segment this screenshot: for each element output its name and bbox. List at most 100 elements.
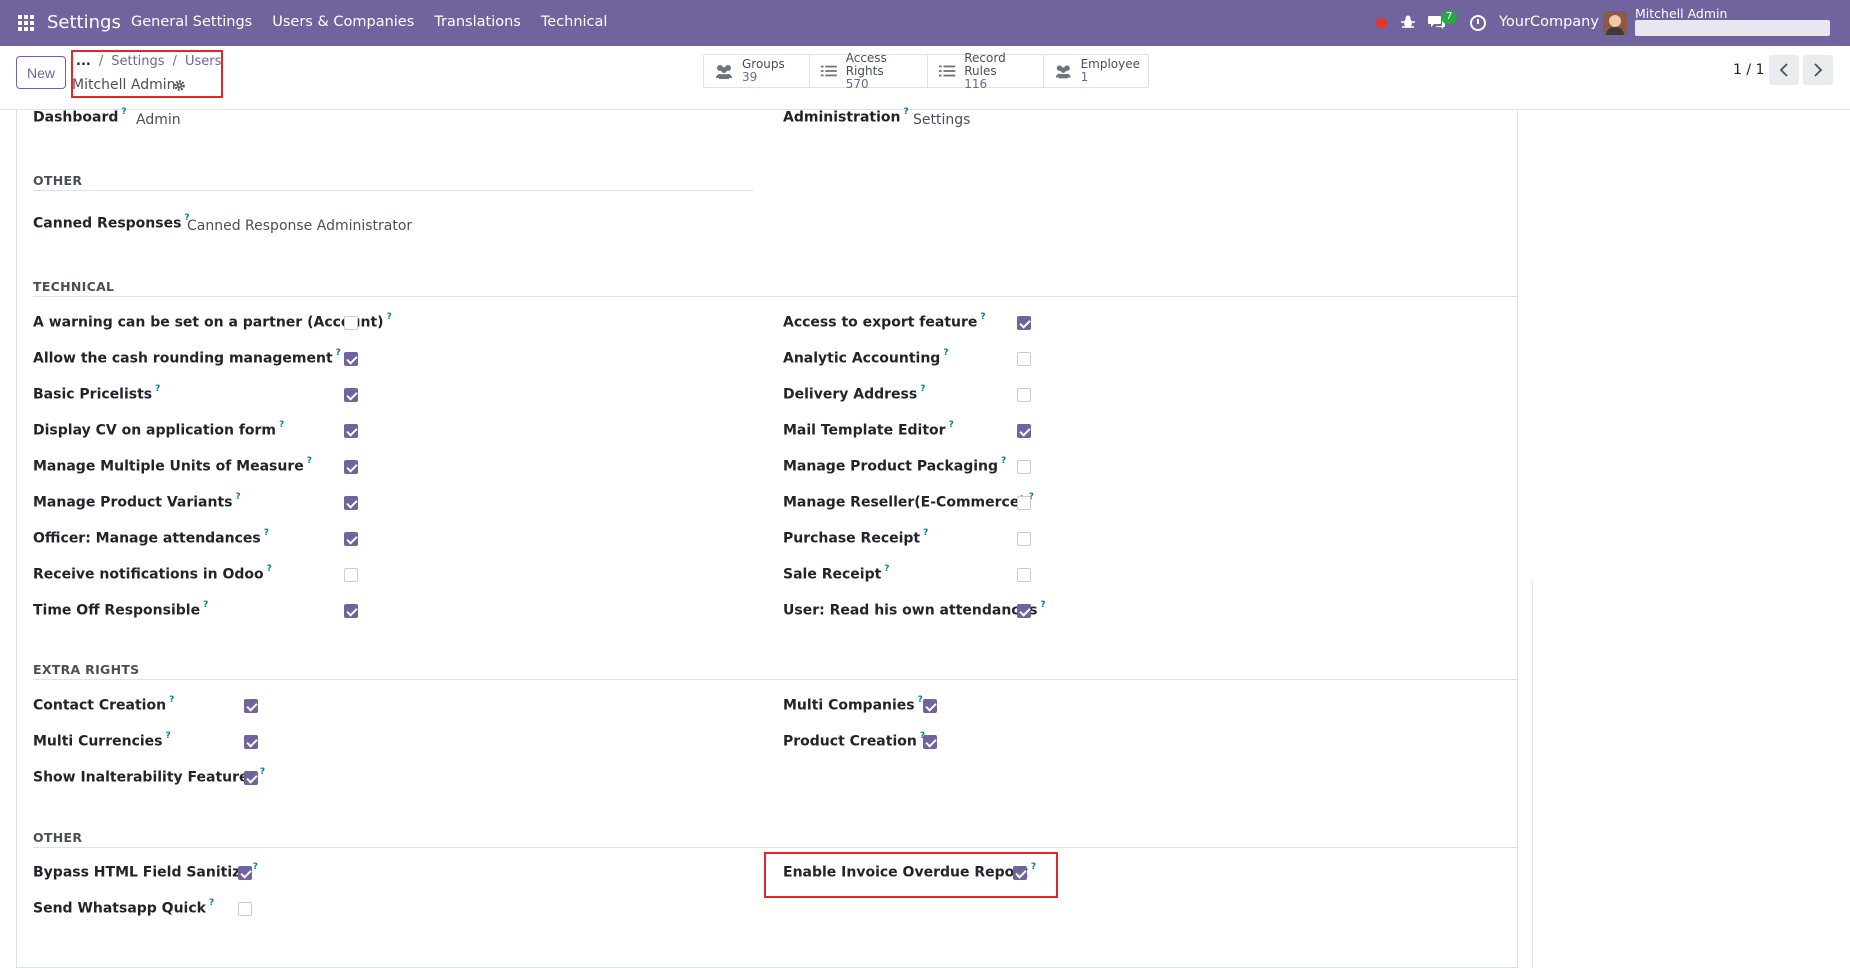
tech-left-checkbox-7[interactable]	[344, 568, 358, 582]
breadcrumb-settings[interactable]: Settings	[111, 54, 164, 69]
pager-previous-button[interactable]	[1769, 55, 1799, 85]
tech-left-checkbox-6[interactable]	[344, 532, 358, 546]
section-separator	[33, 296, 1517, 297]
tech-left-checkbox-2[interactable]	[344, 388, 358, 402]
chevron-right-icon	[1814, 63, 1823, 77]
gear-icon[interactable]	[173, 79, 186, 92]
other2-right-checkbox-0[interactable]	[1013, 866, 1027, 880]
extra-right-checkbox-0[interactable]	[923, 699, 937, 713]
breadcrumb-users[interactable]: Users	[185, 54, 221, 69]
tech-left-checkbox-1[interactable]	[344, 352, 358, 366]
tech-right-label-2: Delivery Address?	[783, 384, 926, 403]
breadcrumb-more[interactable]: ...	[76, 54, 91, 69]
record-title: Mitchell Admin	[72, 77, 176, 93]
extra-left-label-2: Show Inalterability Features?	[33, 767, 266, 786]
tech-right-checkbox-0[interactable]	[1017, 316, 1031, 330]
chatter-gap	[1518, 110, 1532, 580]
dashboard-label: Dashboard?	[33, 107, 127, 126]
tech-right-checkbox-5[interactable]	[1017, 496, 1031, 510]
tech-left-label-7: Receive notifications in Odoo?	[33, 564, 272, 583]
section-extra-rights-title: EXTRA RIGHTS	[33, 662, 140, 677]
menu-technical[interactable]: Technical	[541, 14, 608, 30]
extra-left-label-1: Multi Currencies?	[33, 731, 171, 750]
control-panel: New ... / Settings / Users Mitchell Admi…	[0, 46, 1850, 110]
extra-right-checkbox-1[interactable]	[923, 735, 937, 749]
groups-smart-button[interactable]: Groups 39	[704, 55, 810, 87]
user-name[interactable]: Mitchell Admin	[1635, 6, 1727, 21]
tech-left-checkbox-4[interactable]	[344, 460, 358, 474]
section-other2-title: OTHER	[33, 830, 83, 845]
tech-left-label-5: Manage Product Variants?	[33, 492, 241, 511]
tech-left-label-0: A warning can be set on a partner (Accou…	[33, 312, 392, 331]
main-menu: General Settings Users & Companies Trans…	[131, 14, 607, 30]
app-brand[interactable]: Settings	[47, 12, 121, 33]
smart-button-label: Record Rules	[964, 50, 1006, 78]
activity-clock-icon[interactable]	[1470, 15, 1486, 31]
other2-left-checkbox-0[interactable]	[238, 866, 252, 880]
tech-left-checkbox-3[interactable]	[344, 424, 358, 438]
user-database-redacted	[1635, 20, 1830, 36]
apps-menu-icon[interactable]	[18, 15, 34, 31]
tech-right-checkbox-3[interactable]	[1017, 424, 1031, 438]
administration-value[interactable]: Settings	[913, 112, 970, 128]
smart-button-count: 39	[742, 70, 758, 84]
tech-left-checkbox-5[interactable]	[344, 496, 358, 510]
menu-translations[interactable]: Translations	[434, 14, 521, 30]
new-button[interactable]: New	[16, 56, 66, 89]
users-icon	[716, 65, 732, 79]
tech-left-checkbox-8[interactable]	[344, 604, 358, 618]
list-icon	[938, 65, 956, 77]
extra-left-checkbox-2[interactable]	[244, 771, 258, 785]
tech-right-checkbox-4[interactable]	[1017, 460, 1031, 474]
tech-left-label-4: Manage Multiple Units of Measure?	[33, 456, 312, 475]
pager-next-button[interactable]	[1803, 55, 1833, 85]
employee-smart-button[interactable]: Employee 1	[1044, 55, 1148, 87]
recording-indicator-icon[interactable]	[1376, 17, 1387, 28]
smart-button-count: 116	[964, 76, 988, 91]
menu-users-companies[interactable]: Users & Companies	[272, 14, 414, 30]
extra-right-label-0: Multi Companies?	[783, 695, 923, 714]
extra-left-label-0: Contact Creation?	[33, 695, 175, 714]
smart-button-label: Employee	[1080, 57, 1140, 71]
tech-right-label-4: Manage Product Packaging?	[783, 456, 1007, 475]
tech-left-label-3: Display CV on application form?	[33, 420, 285, 439]
smart-button-count: 570	[845, 76, 869, 91]
tech-left-checkbox-0[interactable]	[344, 316, 358, 330]
tech-right-label-1: Analytic Accounting?	[783, 348, 949, 367]
extra-left-checkbox-1[interactable]	[244, 735, 258, 749]
top-navbar: Settings General Settings Users & Compan…	[0, 0, 1850, 46]
tech-right-label-7: Sale Receipt?	[783, 564, 890, 583]
section-other-title: OTHER	[33, 173, 83, 188]
bug-icon[interactable]	[1400, 14, 1416, 30]
tech-right-checkbox-1[interactable]	[1017, 352, 1031, 366]
extra-left-checkbox-0[interactable]	[244, 699, 258, 713]
tech-right-checkbox-7[interactable]	[1017, 568, 1031, 582]
section-separator	[33, 679, 1517, 680]
tech-left-label-1: Allow the cash rounding management?	[33, 348, 341, 367]
pager-value[interactable]: 1 / 1	[1733, 62, 1764, 78]
company-switcher[interactable]: YourCompany	[1499, 14, 1599, 30]
dashboard-value[interactable]: Admin	[136, 112, 181, 128]
breadcrumb-separator: /	[98, 54, 104, 69]
other2-right-label-0: Enable Invoice Overdue Report?	[783, 862, 1037, 881]
tech-right-label-3: Mail Template Editor?	[783, 420, 954, 439]
breadcrumb-separator: /	[172, 54, 177, 69]
canned-responses-value[interactable]: Canned Response Administrator	[187, 218, 412, 234]
tech-right-label-0: Access to export feature?	[783, 312, 986, 331]
section-separator	[33, 847, 1517, 848]
extra-right-label-1: Product Creation?	[783, 731, 925, 750]
record-rules-smart-button[interactable]: Record Rules 116	[928, 50, 1044, 90]
other2-left-label-1: Send Whatsapp Quick?	[33, 898, 215, 917]
canned-responses-label: Canned Responses?	[33, 213, 190, 232]
tech-left-label-8: Time Off Responsible?	[33, 600, 209, 619]
menu-general-settings[interactable]: General Settings	[131, 14, 252, 30]
other2-left-checkbox-1[interactable]	[238, 902, 252, 916]
chat-count-badge: 7	[1441, 10, 1458, 24]
tech-right-label-6: Purchase Receipt?	[783, 528, 929, 547]
tech-right-checkbox-6[interactable]	[1017, 532, 1031, 546]
access-rights-smart-button[interactable]: Access Rights 570	[810, 51, 928, 90]
section-separator	[33, 190, 753, 191]
tech-right-checkbox-8[interactable]	[1017, 604, 1031, 618]
user-avatar[interactable]	[1603, 11, 1627, 35]
tech-right-checkbox-2[interactable]	[1017, 388, 1031, 402]
